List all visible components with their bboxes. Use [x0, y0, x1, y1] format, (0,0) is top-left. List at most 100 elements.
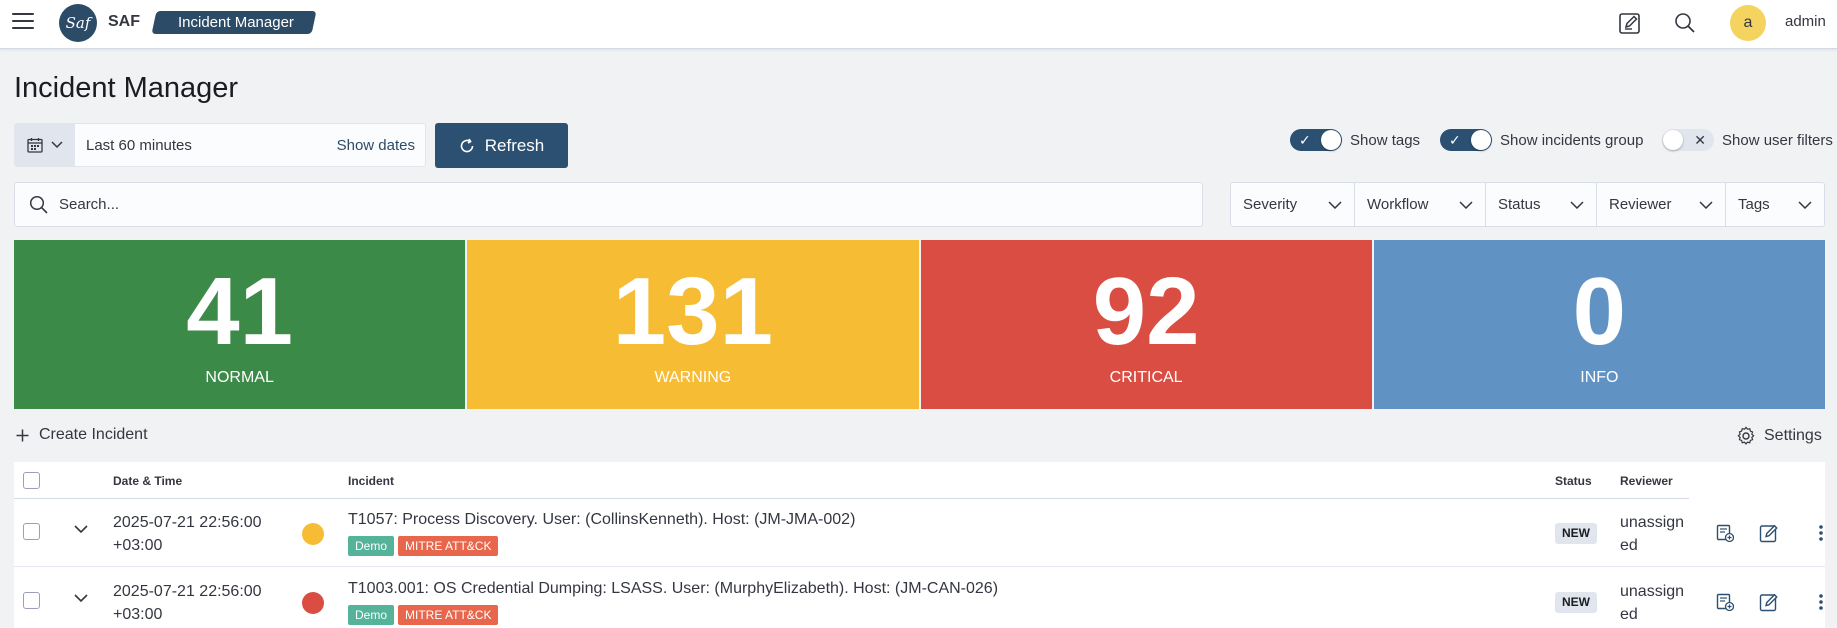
filter-label: Reviewer	[1609, 196, 1672, 213]
edit-icon[interactable]	[1757, 521, 1781, 545]
row-checkbox[interactable]	[23, 592, 40, 609]
filter-label: Workflow	[1367, 196, 1429, 213]
chevron-down-icon	[1328, 200, 1342, 209]
card-count: 41	[186, 258, 294, 365]
header-incident[interactable]: Incident	[348, 474, 394, 488]
reviewer-value: unassigned	[1620, 514, 1685, 554]
add-to-case-icon[interactable]	[1713, 590, 1737, 614]
card-info[interactable]: 0 INFO	[1373, 240, 1825, 409]
date-range-text: Last 60 minutes	[86, 137, 192, 154]
search-icon[interactable]	[1672, 10, 1698, 36]
menu-icon[interactable]	[12, 13, 34, 31]
card-label: INFO	[1580, 369, 1619, 386]
table-row[interactable]: 2025-07-21 22:56:00 +03:00 T1057: Process…	[14, 499, 1825, 567]
search-bar	[14, 182, 1203, 227]
more-actions-icon[interactable]	[1809, 590, 1833, 614]
more-actions-icon[interactable]	[1809, 521, 1833, 545]
user-name[interactable]: admin	[1785, 13, 1826, 30]
incident-tags: Demo MITRE ATT&CK	[348, 605, 499, 625]
severity-dot	[302, 592, 324, 614]
show-incidents-group-toggle[interactable]: ✓ Show incidents group	[1440, 128, 1643, 152]
card-count: 0	[1572, 258, 1627, 365]
filter-workflow[interactable]: Workflow	[1355, 183, 1486, 226]
create-incident-label: Create Incident	[39, 426, 148, 443]
filter-severity[interactable]: Severity	[1231, 183, 1355, 226]
card-normal[interactable]: 41 NORMAL	[14, 240, 466, 409]
card-count: 131	[612, 258, 773, 365]
expand-row-icon[interactable]	[74, 594, 88, 603]
add-to-case-icon[interactable]	[1713, 521, 1737, 545]
severity-dot	[302, 523, 324, 545]
chevron-down-icon	[1699, 200, 1713, 209]
tag-badge[interactable]: Demo	[348, 605, 395, 625]
filter-group: Severity Workflow Status Reviewer Tags	[1230, 182, 1825, 227]
filter-label: Severity	[1243, 196, 1298, 213]
incident-title[interactable]: T1057: Process Discovery. User: (Collins…	[348, 511, 855, 529]
refresh-label: Refresh	[484, 135, 545, 155]
chevron-down-icon	[1459, 200, 1473, 209]
toggle-label: Show tags	[1350, 131, 1421, 149]
chevron-down-icon	[1798, 200, 1812, 209]
breadcrumb-incident-manager[interactable]: Incident Manager	[151, 11, 317, 34]
top-navigation-bar: Saf SAF Incident Manager a admin	[0, 0, 1837, 49]
card-label: CRITICAL	[1109, 369, 1183, 386]
show-user-filters-toggle[interactable]: ✕ Show user filters	[1662, 128, 1833, 152]
show-dates-link[interactable]: Show dates	[337, 137, 415, 154]
severity-summary: 41 NORMAL 131 WARNING 92 CRITICAL 0 INFO	[14, 240, 1825, 409]
card-label: WARNING	[654, 369, 732, 386]
filter-label: Status	[1498, 196, 1541, 213]
filter-status[interactable]: Status	[1486, 183, 1597, 226]
cross-icon: ✕	[1694, 132, 1706, 148]
filter-label: Tags	[1738, 196, 1770, 213]
toggle-label: Show incidents group	[1500, 131, 1644, 149]
settings-label: Settings	[1764, 427, 1822, 444]
toggle-switch[interactable]: ✓	[1290, 129, 1342, 151]
edit-notes-icon[interactable]	[1617, 10, 1643, 36]
toggle-switch[interactable]: ✓	[1440, 129, 1492, 151]
header-datetime[interactable]: Date & Time	[113, 474, 182, 488]
incident-datetime: 2025-07-21 22:56:00 +03:00	[113, 583, 262, 623]
search-icon	[29, 195, 48, 214]
refresh-button[interactable]: Refresh	[435, 123, 568, 168]
card-critical[interactable]: 92 CRITICAL	[920, 240, 1372, 409]
search-input[interactable]	[59, 183, 1189, 226]
incident-tags: Demo MITRE ATT&CK	[348, 536, 499, 556]
tag-badge[interactable]: MITRE ATT&CK	[398, 605, 499, 625]
filter-tags[interactable]: Tags	[1726, 183, 1824, 226]
tag-badge[interactable]: MITRE ATT&CK	[398, 536, 499, 556]
status-badge: NEW	[1555, 523, 1597, 544]
card-label: NORMAL	[205, 369, 274, 386]
table-row[interactable]: 2025-07-21 22:56:00 +03:00 T1003.001: OS …	[14, 568, 1825, 628]
tag-badge[interactable]: Demo	[348, 536, 395, 556]
toggle-switch[interactable]: ✕	[1662, 129, 1714, 151]
incident-title[interactable]: T1003.001: OS Credential Dumping: LSASS.…	[348, 580, 998, 598]
table-header: Date & Time Incident Status Reviewer	[14, 462, 1689, 499]
app-logo[interactable]: Saf	[59, 4, 97, 42]
brand-name: SAF	[108, 13, 140, 30]
check-icon: ✓	[1449, 132, 1461, 148]
edit-icon[interactable]	[1757, 590, 1781, 614]
filter-reviewer[interactable]: Reviewer	[1597, 183, 1726, 226]
settings-button[interactable]: Settings	[1736, 426, 1822, 446]
show-tags-toggle[interactable]: ✓ Show tags	[1290, 128, 1420, 152]
reviewer-value: unassigned	[1620, 583, 1685, 623]
header-reviewer[interactable]: Reviewer	[1620, 474, 1673, 488]
plus-icon	[16, 429, 29, 441]
refresh-icon	[460, 138, 474, 152]
header-status[interactable]: Status	[1555, 474, 1592, 488]
gear-icon	[1737, 426, 1755, 445]
user-avatar[interactable]: a	[1730, 5, 1766, 41]
quick-select-button[interactable]	[15, 124, 75, 166]
row-checkbox[interactable]	[23, 523, 40, 540]
calendar-icon	[27, 138, 43, 153]
incidents-table: Date & Time Incident Status Reviewer 202…	[14, 462, 1825, 628]
select-all-checkbox[interactable]	[23, 472, 40, 489]
expand-row-icon[interactable]	[74, 525, 88, 534]
create-incident-button[interactable]: Create Incident	[16, 426, 148, 444]
card-warning[interactable]: 131 WARNING	[467, 240, 919, 409]
card-count: 92	[1092, 258, 1200, 365]
incident-datetime: 2025-07-21 22:56:00 +03:00	[113, 514, 262, 554]
chevron-down-icon	[51, 141, 63, 149]
page-title: Incident Manager	[14, 72, 239, 104]
date-range-picker: Last 60 minutes Show dates	[14, 123, 426, 167]
